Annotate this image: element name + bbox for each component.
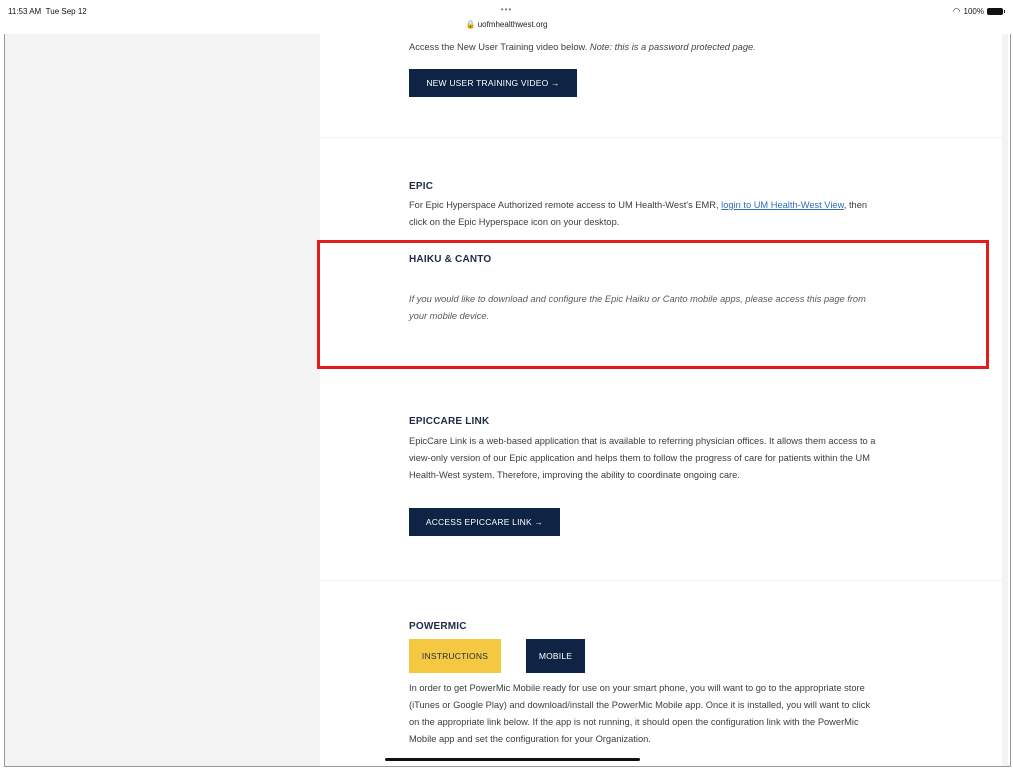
training-section: Access the New User Training video below… bbox=[320, 34, 1002, 137]
battery-percent: 100% bbox=[963, 7, 984, 16]
highlight-box bbox=[317, 240, 989, 369]
status-bar: 11:53 AM Tue Sep 12 ••• 🔒 uofmhealthwest… bbox=[0, 0, 1013, 34]
powermic-heading: POWERMIC bbox=[409, 621, 467, 632]
instructions-button[interactable]: INSTRUCTIONS bbox=[409, 639, 501, 673]
training-text: Access the New User Training video below… bbox=[409, 42, 756, 52]
wifi-icon: ◠ bbox=[952, 6, 961, 16]
lock-icon: 🔒 bbox=[465, 20, 476, 29]
epic-heading: EPIC bbox=[409, 181, 434, 192]
url-bar[interactable]: 🔒 uofmhealthwest.org bbox=[0, 20, 1013, 29]
new-user-training-video-button[interactable]: NEW USER TRAINING VIDEO → bbox=[409, 69, 577, 97]
powermic-text: In order to get PowerMic Mobile ready fo… bbox=[409, 683, 871, 744]
home-indicator[interactable] bbox=[385, 758, 640, 761]
login-um-health-west-view-link[interactable]: login to UM Health-West View bbox=[721, 200, 844, 210]
epiccare-heading: EPICCARE LINK bbox=[409, 416, 490, 427]
access-epiccare-link-button[interactable]: ACCESS EPICCARE LINK → bbox=[409, 508, 560, 536]
mobile-button[interactable]: MOBILE bbox=[526, 639, 585, 673]
powermic-section: POWERMIC INSTRUCTIONS MOBILE In order to… bbox=[320, 581, 1002, 766]
status-right: ◠ 100% bbox=[952, 6, 1005, 17]
epiccare-text: EpicCare Link is a web-based application… bbox=[409, 436, 876, 480]
battery-icon bbox=[987, 8, 1005, 15]
multitasking-dots[interactable]: ••• bbox=[0, 5, 1013, 14]
web-page[interactable]: Access the New User Training video below… bbox=[5, 34, 1008, 766]
epic-text: For Epic Hyperspace Authorized remote ac… bbox=[409, 200, 868, 227]
